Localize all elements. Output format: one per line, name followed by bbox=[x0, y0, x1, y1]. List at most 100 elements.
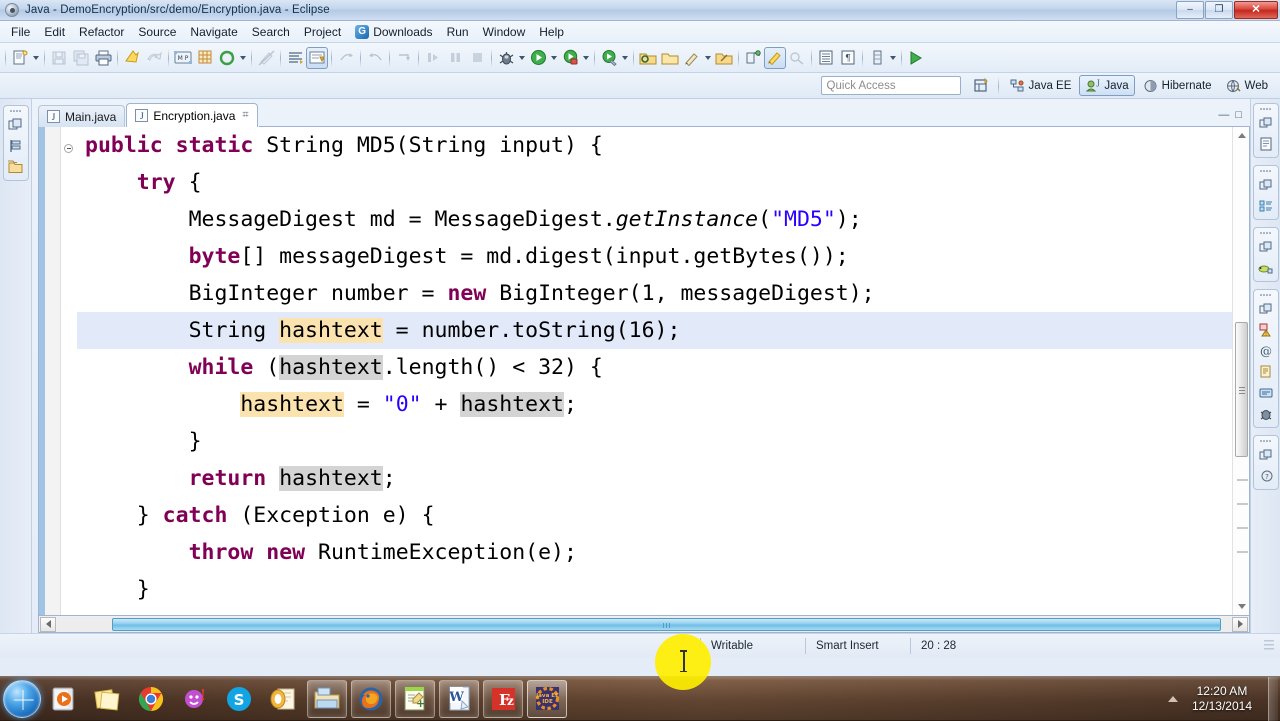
drag-handle-icon[interactable] bbox=[1260, 231, 1272, 235]
menu-search[interactable]: Search bbox=[245, 22, 297, 41]
taskbar-sticky-notes[interactable] bbox=[87, 680, 127, 718]
code-line[interactable]: while (hashtext.length() < 32) { bbox=[77, 349, 1232, 386]
menu-edit[interactable]: Edit bbox=[37, 22, 72, 41]
quick-access-input[interactable]: Quick Access bbox=[820, 76, 961, 95]
editor-tab-main-java[interactable]: J Main.java bbox=[38, 105, 126, 127]
quick-fix-button[interactable] bbox=[121, 47, 143, 69]
scroll-right-icon[interactable] bbox=[1232, 616, 1248, 632]
new-annotation-button[interactable] bbox=[786, 47, 808, 69]
open-resource-button[interactable] bbox=[659, 47, 681, 69]
drag-handle-icon[interactable] bbox=[10, 109, 22, 113]
hibernate-view-icon[interactable] bbox=[1257, 259, 1275, 277]
document-view-icon[interactable] bbox=[1257, 135, 1275, 153]
drag-handle-icon[interactable] bbox=[1260, 439, 1272, 443]
menu-run[interactable]: Run bbox=[440, 22, 476, 41]
menu-file[interactable]: File bbox=[4, 22, 37, 41]
open-perspective-icon[interactable] bbox=[971, 75, 993, 97]
restore-icon[interactable] bbox=[1257, 300, 1275, 318]
run-coverage-button[interactable] bbox=[559, 47, 581, 69]
print-button[interactable] bbox=[92, 47, 114, 69]
restore-view-button[interactable] bbox=[866, 47, 888, 69]
taskbar-microsoft-word[interactable]: W bbox=[439, 679, 479, 718]
menu-refactor[interactable]: Refactor bbox=[72, 22, 131, 41]
horizontal-scroll-track[interactable] bbox=[57, 616, 1231, 632]
menu-navigate[interactable]: Navigate bbox=[183, 22, 244, 41]
code-line[interactable]: hashtext = "0" + hashtext; bbox=[77, 386, 1232, 423]
debug-step-button[interactable] bbox=[422, 47, 444, 69]
minimize-button[interactable]: – bbox=[1176, 1, 1204, 19]
new-wizard-button[interactable] bbox=[9, 47, 31, 69]
maven-build-button[interactable]: M P bbox=[172, 47, 194, 69]
new-wizard-dropdown[interactable] bbox=[31, 47, 41, 69]
search-declaration-button[interactable] bbox=[713, 47, 735, 69]
forward-play-button[interactable] bbox=[905, 47, 927, 69]
javadoc-view-icon[interactable]: @ bbox=[1257, 342, 1275, 360]
debug-button[interactable] bbox=[495, 47, 517, 69]
new-package-button[interactable] bbox=[194, 47, 216, 69]
generate-button[interactable] bbox=[216, 47, 238, 69]
code-line[interactable]: BigInteger number = new BigInteger(1, me… bbox=[77, 275, 1232, 312]
annotation-ruler[interactable] bbox=[39, 127, 61, 615]
maximize-editor-icon[interactable]: □ bbox=[1235, 109, 1242, 121]
menu-downloads[interactable]: G Downloads bbox=[348, 22, 439, 41]
resize-grip-icon[interactable] bbox=[1264, 639, 1274, 652]
taskbar-notepad-plus-plus[interactable]: + bbox=[395, 679, 435, 718]
run-dropdown[interactable] bbox=[549, 47, 559, 69]
problems-view-icon[interactable]: ! bbox=[1257, 321, 1275, 339]
overview-ruler[interactable] bbox=[1235, 127, 1249, 615]
taskbar-yahoo-messenger[interactable] bbox=[175, 680, 215, 718]
source-code-viewer[interactable]: public static String MD5(String input) {… bbox=[77, 127, 1232, 615]
back-nav-button[interactable] bbox=[364, 47, 386, 69]
pause-button[interactable] bbox=[444, 47, 466, 69]
horizontal-scrollbar[interactable] bbox=[38, 616, 1250, 633]
code-line[interactable]: } catch (Exception e) { bbox=[77, 497, 1232, 534]
external-tools-button[interactable] bbox=[598, 47, 620, 69]
forward-nav-button[interactable] bbox=[335, 47, 357, 69]
debug-dropdown[interactable] bbox=[517, 47, 527, 69]
declaration-view-icon[interactable] bbox=[1257, 363, 1275, 381]
help-view-icon[interactable]: ? bbox=[1257, 467, 1275, 485]
run-button[interactable] bbox=[527, 47, 549, 69]
code-line[interactable]: } bbox=[77, 571, 1232, 608]
taskbar-microsoft-outlook[interactable] bbox=[263, 680, 303, 718]
code-line[interactable]: throw new RuntimeException(e); bbox=[77, 534, 1232, 571]
taskbar-google-chrome[interactable] bbox=[131, 680, 171, 718]
servers-view-icon[interactable] bbox=[1257, 405, 1275, 423]
search-reference-button[interactable] bbox=[681, 47, 703, 69]
toggle-mark-occurrences-button[interactable] bbox=[306, 46, 328, 69]
taskbar-mozilla-firefox[interactable] bbox=[351, 679, 391, 718]
perspective-java[interactable]: J Java bbox=[1079, 75, 1135, 96]
undo-button[interactable] bbox=[143, 47, 165, 69]
outline-tree-icon[interactable] bbox=[1257, 197, 1275, 215]
generate-dropdown[interactable] bbox=[238, 47, 248, 69]
external-tools-dropdown[interactable] bbox=[620, 47, 630, 69]
restore-icon[interactable] bbox=[1257, 114, 1275, 132]
start-button[interactable] bbox=[3, 679, 41, 718]
taskbar-filezilla[interactable]: Fz bbox=[483, 679, 523, 718]
editor-tab-encryption-java[interactable]: J Encryption.java ⌗ bbox=[126, 103, 258, 127]
link-editor-button[interactable] bbox=[255, 47, 277, 69]
console-view-icon[interactable] bbox=[1257, 384, 1275, 402]
restore-icon[interactable] bbox=[1257, 238, 1275, 256]
code-line[interactable]: byte[] messageDigest = md.digest(input.g… bbox=[77, 238, 1232, 275]
restore-view-dropdown[interactable] bbox=[888, 47, 898, 69]
open-type-button[interactable] bbox=[637, 47, 659, 69]
show-desktop-button[interactable] bbox=[1268, 676, 1278, 721]
code-line[interactable]: public static String MD5(String input) { bbox=[77, 127, 1232, 164]
taskbar-windows-explorer[interactable] bbox=[307, 679, 347, 718]
perspective-web[interactable]: Web bbox=[1220, 75, 1274, 96]
terminate-button[interactable] bbox=[466, 47, 488, 69]
taskbar-clock[interactable]: 12:20 AM 12/13/2014 bbox=[1186, 684, 1258, 714]
code-line[interactable]: String hashtext = number.toString(16); bbox=[77, 312, 1232, 349]
restore-icon[interactable] bbox=[1257, 446, 1275, 464]
taskbar-eclipse-java-ee-ide[interactable]: Java EE IDE bbox=[527, 679, 567, 718]
coverage-dropdown[interactable] bbox=[581, 47, 591, 69]
taskbar-windows-media-player[interactable] bbox=[43, 680, 83, 718]
new-java-class-button[interactable] bbox=[764, 46, 786, 69]
folding-ruler[interactable] bbox=[61, 127, 77, 615]
perspective-java-ee[interactable]: Java EE bbox=[1004, 75, 1078, 96]
package-explorer-icon[interactable] bbox=[7, 158, 25, 176]
taskbar-skype[interactable]: S bbox=[219, 680, 259, 718]
save-button[interactable] bbox=[48, 47, 70, 69]
menu-help[interactable]: Help bbox=[532, 22, 571, 41]
